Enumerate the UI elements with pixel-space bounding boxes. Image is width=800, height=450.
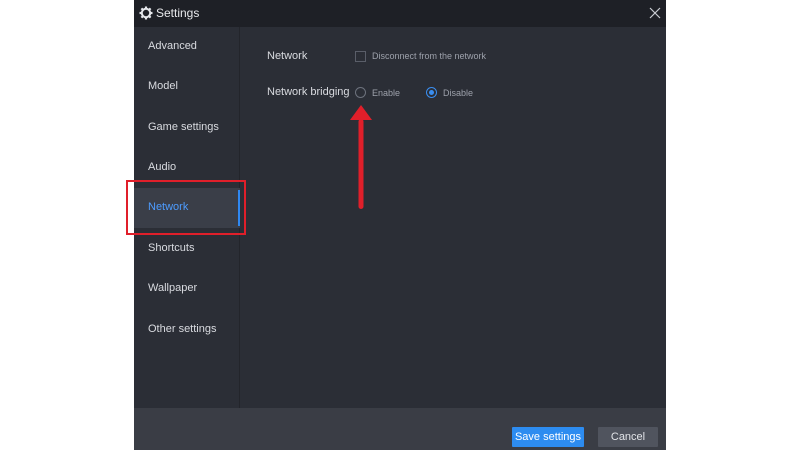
sidebar-item-label: Advanced: [148, 40, 197, 52]
cancel-button[interactable]: Cancel: [598, 427, 658, 447]
enable-radio[interactable]: [355, 87, 366, 98]
sidebar-item-label: Other settings: [148, 323, 217, 335]
gear-icon: [139, 6, 153, 20]
sidebar-item-game-settings[interactable]: Game settings: [134, 108, 240, 148]
enable-radio-label[interactable]: Enable: [372, 87, 400, 99]
disable-radio-label[interactable]: Disable: [443, 87, 473, 99]
sidebar-item-label: Audio: [148, 161, 177, 173]
network-label: Network: [267, 50, 308, 62]
sidebar-item-label: Shortcuts: [148, 242, 195, 254]
sidebar-item-shortcuts[interactable]: Shortcuts: [134, 229, 240, 269]
network-bridging-label: Network bridging: [267, 86, 350, 98]
network-settings-panel: Network Disconnect from the network Netw…: [240, 27, 666, 408]
sidebar-item-label: Model: [148, 80, 178, 92]
settings-window: Settings Advanced Model Game settings Au…: [134, 0, 666, 450]
disconnect-checkbox[interactable]: [355, 51, 366, 62]
disable-radio[interactable]: [426, 87, 437, 98]
sidebar-item-advanced[interactable]: Advanced: [134, 27, 240, 67]
save-settings-button[interactable]: Save settings: [512, 427, 584, 447]
close-icon[interactable]: [648, 6, 662, 20]
sidebar-item-other-settings[interactable]: Other settings: [134, 310, 240, 350]
disconnect-checkbox-label[interactable]: Disconnect from the network: [372, 50, 486, 62]
window-title: Settings: [156, 6, 200, 20]
sidebar-item-network[interactable]: Network: [134, 188, 241, 228]
sidebar-item-wallpaper[interactable]: Wallpaper: [134, 269, 240, 309]
footer-bar: Save settings Cancel: [134, 408, 666, 450]
title-bar: Settings: [134, 0, 666, 27]
settings-sidebar: Advanced Model Game settings Audio Netwo…: [134, 27, 241, 408]
sidebar-item-label: Wallpaper: [148, 282, 198, 294]
sidebar-item-model[interactable]: Model: [134, 67, 240, 107]
sidebar-item-audio[interactable]: Audio: [134, 148, 240, 188]
sidebar-item-label: Game settings: [148, 121, 219, 133]
sidebar-item-label: Network: [148, 201, 189, 213]
